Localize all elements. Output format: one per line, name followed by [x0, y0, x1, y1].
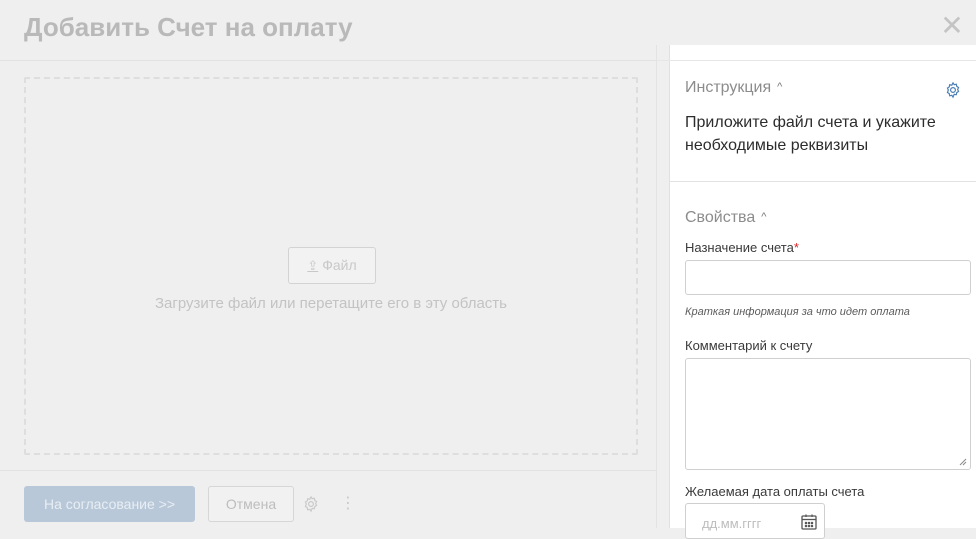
gear-icon[interactable]	[944, 81, 962, 99]
drop-hint: Загрузите файл или перетащите его в эту …	[154, 295, 507, 312]
chevron-up-icon: ^	[777, 81, 783, 93]
file-upload-button[interactable]: ⇪ Файл	[288, 247, 376, 284]
close-icon[interactable]: ✕	[938, 12, 966, 40]
date-input[interactable]: дд.мм.гггг	[685, 503, 825, 539]
date-label: Желаемая дата оплаты счета	[685, 484, 865, 499]
panel-strip	[657, 45, 670, 528]
modal-title: Добавить Счет на оплату	[24, 12, 353, 42]
cancel-button[interactable]: Отмена	[208, 486, 294, 522]
purpose-help-text: Краткая информация за что идет оплата	[685, 306, 910, 318]
comment-textarea[interactable]	[685, 358, 971, 470]
purpose-label: Назначение счета*	[685, 240, 799, 255]
purpose-input[interactable]	[685, 260, 971, 295]
panel-top-bar	[657, 45, 976, 61]
section-divider	[669, 181, 976, 182]
comment-label: Комментарий к счету	[685, 338, 813, 353]
submit-approval-button[interactable]: На согласование >>	[24, 486, 195, 522]
instruction-text: Приложите файл счета и укажите необходим…	[685, 114, 936, 154]
required-mark: *	[793, 240, 799, 255]
chevron-up-icon: ^	[761, 211, 767, 223]
gear-icon[interactable]	[302, 495, 320, 513]
upload-icon: ⇪	[307, 258, 319, 273]
purpose-label-text: Назначение счета	[685, 240, 794, 255]
properties-panel: Инструкция ^ Приложите файл счета и укажи…	[656, 45, 976, 539]
file-button-label: Файл	[322, 257, 357, 273]
resize-handle-icon[interactable]	[959, 458, 967, 466]
instruction-title: Инструкция	[685, 79, 772, 96]
instruction-section-toggle[interactable]: Инструкция ^	[685, 79, 782, 97]
file-drop-area[interactable]: ⇪ Файл Загрузите файл или перетащите его …	[24, 77, 638, 455]
more-dots-icon[interactable]: ⋮	[340, 495, 356, 513]
calendar-icon[interactable]	[800, 513, 818, 531]
properties-title: Свойства	[685, 209, 756, 226]
properties-section-toggle[interactable]: Свойства ^	[685, 209, 766, 227]
date-placeholder: дд.мм.гггг	[702, 516, 762, 531]
